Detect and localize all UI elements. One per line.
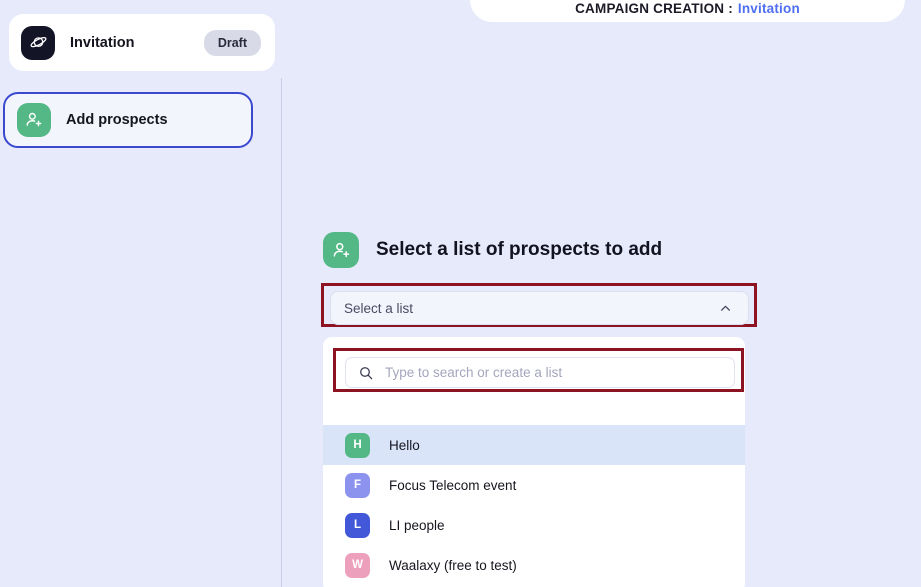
add-person-icon [323, 232, 359, 268]
sidebar-item-add-prospects[interactable]: Add prospects [3, 92, 253, 148]
status-badge-draft: Draft [203, 29, 261, 56]
list-item-label: Focus Telecom event [389, 477, 517, 493]
list-search-container[interactable] [345, 357, 735, 388]
list-select-dropdown[interactable]: Select a list [330, 291, 749, 325]
search-field-highlight [333, 348, 744, 392]
breadcrumb-label: CAMPAIGN CREATION : [575, 1, 733, 16]
chevron-up-icon[interactable] [718, 301, 733, 316]
search-input[interactable] [385, 365, 723, 380]
sidebar-item-label-invitation: Invitation [70, 34, 135, 51]
list-item-label: Waalaxy (free to test) [389, 557, 517, 573]
list-item-label: LI people [389, 517, 445, 533]
breadcrumb: CAMPAIGN CREATION : Invitation [575, 1, 800, 16]
planet-icon [21, 25, 55, 60]
top-header-panel: CAMPAIGN CREATION : Invitation [470, 0, 905, 22]
list-item[interactable]: W Waalaxy (free to test) [323, 545, 745, 585]
breadcrumb-value: Invitation [737, 1, 800, 16]
sidebar-item-invitation[interactable]: Invitation Draft [9, 14, 275, 71]
avatar: W [345, 552, 370, 578]
add-person-icon [17, 103, 51, 137]
search-icon [357, 364, 374, 381]
list-item[interactable]: L LI people [323, 505, 745, 545]
list-item[interactable]: H Hello [323, 425, 745, 465]
main-content: Select a list of prospects to add Select… [282, 22, 921, 587]
avatar: F [345, 472, 370, 498]
sidebar: Invitation Draft Add prospects [0, 0, 281, 587]
list-options: H Hello F Focus Telecom event L LI peopl… [323, 425, 745, 585]
list-item-label: Hello [389, 437, 420, 453]
page-title: Select a list of prospects to add [376, 239, 663, 260]
select-field-highlight: Select a list [321, 283, 757, 327]
sidebar-item-label-add-prospects: Add prospects [66, 112, 168, 128]
list-select-placeholder: Select a list [344, 300, 414, 316]
avatar: L [345, 512, 370, 538]
avatar: H [345, 432, 370, 458]
page-title-row: Select a list of prospects to add [323, 232, 662, 268]
list-item[interactable]: F Focus Telecom event [323, 465, 745, 505]
